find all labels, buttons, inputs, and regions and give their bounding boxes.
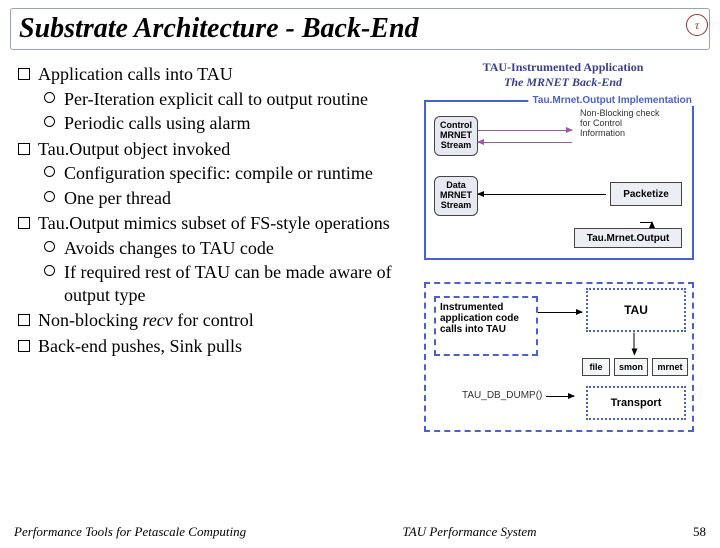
sub-list: Avoids changes to TAU codeIf required re…	[38, 237, 412, 307]
footer-mid: TAU Performance System	[246, 524, 693, 540]
nb-check-label: Non-Blocking check for Control Informati…	[580, 108, 690, 138]
tau-logo: τ	[686, 14, 708, 36]
tau-dotted-box: TAU	[586, 288, 686, 332]
footer: Performance Tools for Petascale Computin…	[0, 524, 720, 540]
smon-box: smon	[614, 358, 648, 376]
db-dump-label: TAU_DB_DUMP()	[462, 390, 542, 401]
impl-label: Tau.Mrnet.Output Implementation	[529, 95, 696, 106]
slide-title: Substrate Architecture - Back-End	[19, 13, 701, 45]
page-number: 58	[693, 524, 706, 540]
bullet-list: Application calls into TAUPer-Iteration …	[12, 63, 412, 357]
file-box: file	[582, 358, 610, 376]
diagram-subtitle: The MRNET Back-End	[418, 75, 708, 90]
arrow-packetize-to-data	[478, 194, 606, 195]
instr-app-box: Instrumented application code calls into…	[434, 296, 538, 356]
arrow-control-out	[478, 130, 572, 131]
sub-list-item: Avoids changes to TAU code	[38, 237, 412, 260]
list-item: Back-end pushes, Sink pulls	[12, 335, 412, 358]
arrow-tmo-to-packetize	[640, 222, 652, 223]
sub-list-item: Configuration specific: compile or runti…	[38, 162, 412, 185]
list-item: Application calls into TAUPer-Iteration …	[12, 63, 412, 135]
bullet-column: Application calls into TAUPer-Iteration …	[12, 60, 412, 480]
sub-list-item: If required rest of TAU can be made awar…	[38, 261, 412, 306]
content-row: Application calls into TAUPer-Iteration …	[0, 60, 720, 480]
sub-list: Per-Iteration explicit call to output ro…	[38, 88, 412, 135]
arrow-instr-to-tau	[538, 312, 582, 313]
sub-list: Configuration specific: compile or runti…	[38, 162, 412, 209]
title-bar: Substrate Architecture - Back-End	[10, 8, 710, 50]
packetize-box: Packetize	[610, 182, 682, 206]
list-item: Tau.Output object invokedConfiguration s…	[12, 138, 412, 210]
diagram: TAU-Instrumented Application The MRNET B…	[418, 60, 708, 480]
arrow-tau-down	[634, 333, 635, 355]
arrow-dbdump	[546, 396, 574, 397]
tau-mrnet-output-box: Tau.Mrnet.Output	[574, 228, 682, 248]
list-item: Non-blocking recv for control	[12, 309, 412, 332]
diagram-title: TAU-Instrumented Application	[418, 60, 708, 75]
mrnet-box: mrnet	[652, 358, 688, 376]
sub-list-item: Periodic calls using alarm	[38, 112, 412, 135]
sub-list-item: One per thread	[38, 187, 412, 210]
footer-left: Performance Tools for Petascale Computin…	[14, 524, 246, 540]
control-stream-box: Control MRNET Stream	[434, 116, 478, 156]
sub-list-item: Per-Iteration explicit call to output ro…	[38, 88, 412, 111]
list-item: Tau.Output mimics subset of FS-style ope…	[12, 212, 412, 306]
transport-box: Transport	[586, 386, 686, 420]
data-stream-box: Data MRNET Stream	[434, 176, 478, 216]
arrow-control-back	[478, 142, 572, 143]
